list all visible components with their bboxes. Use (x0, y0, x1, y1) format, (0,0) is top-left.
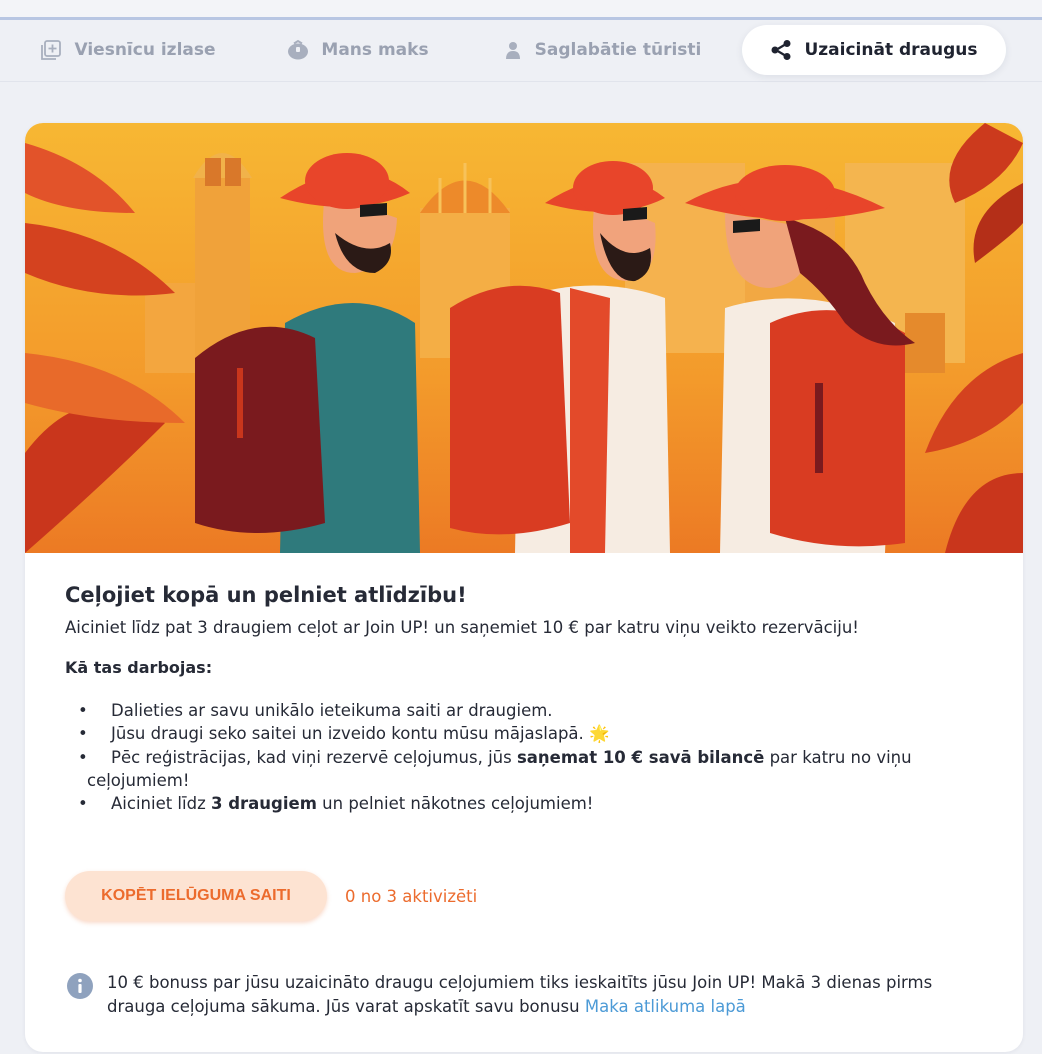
list-item: Aiciniet līdz 3 draugiem un pelniet nāko… (65, 792, 985, 816)
info-icon (67, 973, 93, 999)
wallet-icon (288, 39, 309, 60)
invite-actions: KOPĒT IELŪGUMA SAITI 0 no 3 aktivizēti (65, 871, 477, 921)
tab-bar: Viesnīcu izlase Mans maks Saglabātie tūr… (0, 20, 1042, 82)
star-emoji-icon: 🌟 (589, 724, 610, 744)
list-item-text: par katru no viņu (769, 747, 912, 767)
wallet-balance-link[interactable]: Maka atlikuma lapā (585, 997, 746, 1016)
list-item-continuation: ceļojumiem! (87, 771, 190, 791)
user-icon (505, 42, 520, 59)
plus-square-icon (41, 40, 62, 60)
referral-subtitle: Aiciniet līdz pat 3 draugiem ceļot ar Jo… (65, 618, 859, 637)
list-item: Jūsu draugi seko saitei un izveido kontu… (65, 722, 985, 746)
tab-label: Saglabātie tūristi (534, 40, 702, 60)
list-item-text: un pelniet nākotnes ceļojumiem! (322, 794, 594, 814)
list-item-text: Jūsu draugi seko saitei un izveido kontu… (111, 724, 584, 744)
info-line: 10 € bonuss par jūsu uzaicināto draugu c… (107, 973, 933, 992)
bonus-info-text: 10 € bonuss par jūsu uzaicināto draugu c… (107, 971, 932, 1019)
list-item-text: Dalieties ar savu unikālo ieteikuma sait… (111, 700, 553, 720)
tab-my-wallet[interactable]: Mans maks (278, 25, 438, 75)
referral-content: Ceļojiet kopā un pelniet atlīdzību! Aici… (65, 583, 985, 816)
info-line: drauga ceļojuma sākuma. Jūs varat apskat… (107, 996, 580, 1016)
tab-label: Uzaicināt draugus (804, 40, 978, 60)
referral-card: Ceļojiet kopā un pelniet atlīdzību! Aici… (25, 123, 1023, 1052)
tab-invite-friends[interactable]: Uzaicināt draugus (742, 25, 1006, 75)
referral-title: Ceļojiet kopā un pelniet atlīdzību! (65, 583, 467, 607)
tab-label: Viesnīcu izlase (74, 40, 216, 60)
travelers-hero-image (25, 123, 1023, 553)
tab-label: Mans maks (321, 40, 429, 60)
list-item-bold: 3 draugiem (211, 794, 317, 814)
activated-count: 0 no 3 aktivizēti (345, 886, 478, 906)
tab-saved-tourists[interactable]: Saglabātie tūristi (492, 25, 712, 75)
list-item: Dalieties ar savu unikālo ieteikuma sait… (65, 699, 985, 723)
list-item-text: Pēc reģistrācijas, kad viņi rezervē ceļo… (111, 747, 512, 767)
list-item-bold: saņemat 10 € savā bilancē (516, 747, 765, 767)
window-top-bar (0, 0, 1042, 20)
share-icon (771, 40, 791, 60)
list-item-text: Aiciniet līdz (111, 794, 206, 814)
copy-invite-link-button[interactable]: KOPĒT IELŪGUMA SAITI (65, 871, 327, 921)
bonus-info: 10 € bonuss par jūsu uzaicināto draugu c… (67, 971, 987, 1019)
tab-hotel-selection[interactable]: Viesnīcu izlase (28, 25, 228, 75)
list-item: Pēc reģistrācijas, kad viņi rezervē ceļo… (65, 746, 985, 793)
how-it-works-list: Dalieties ar savu unikālo ieteikuma sait… (65, 699, 985, 817)
how-it-works-heading: Kā tas darbojas: (65, 657, 213, 677)
